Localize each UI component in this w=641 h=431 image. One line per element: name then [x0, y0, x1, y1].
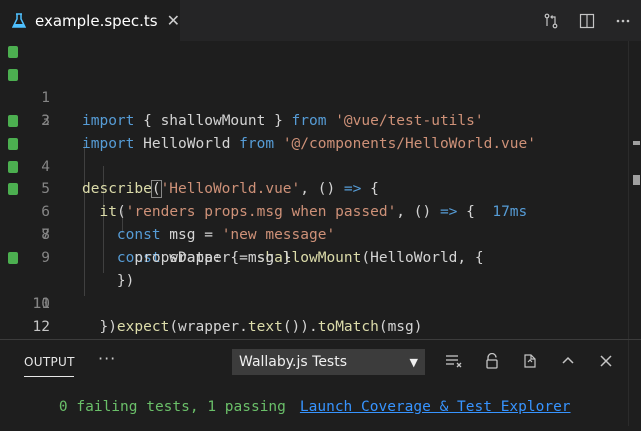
output-channel-select[interactable]: Wallaby.js Tests ▼	[232, 349, 425, 375]
maximize-panel-icon[interactable]	[555, 348, 581, 374]
panel-tab-output[interactable]: OUTPUT	[24, 355, 75, 369]
code-line: 3	[0, 87, 628, 129]
code-line: 6 const msg = 'new message'	[0, 156, 628, 243]
overview-ruler-mark	[633, 175, 640, 185]
active-tab-underline	[24, 376, 74, 377]
coverage-covered-marker	[8, 68, 18, 81]
split-editor-icon[interactable]	[569, 0, 605, 41]
close-panel-icon[interactable]	[593, 348, 619, 374]
coverage-covered-marker	[8, 46, 18, 58]
clear-output-icon[interactable]	[441, 348, 467, 374]
code-line: 12 })	[0, 293, 628, 359]
flask-icon	[12, 12, 26, 30]
code-line: 8 propsData: { msg }	[0, 201, 628, 266]
overview-ruler-mark	[633, 141, 640, 145]
code-line: 4 describe('HelloWorld.vue', () => {	[0, 110, 628, 199]
more-icon[interactable]: ···	[98, 349, 116, 368]
output-panel: OUTPUT ··· Wallaby.js Tests ▼ 0 failing …	[0, 339, 641, 426]
lock-scroll-icon[interactable]	[479, 348, 505, 374]
close-icon[interactable]: ✕	[167, 11, 180, 30]
test-status-text: 0 failing tests, 1 passing	[58, 399, 286, 415]
more-actions-icon[interactable]	[605, 0, 641, 41]
tab-bar: example.spec.ts ✕	[0, 0, 641, 41]
code-line: 13	[0, 316, 628, 358]
output-content: 0 failing tests, 1 passing Launch Coverag…	[24, 383, 571, 431]
git-compare-icon[interactable]	[533, 0, 569, 41]
code-line: 10 expect(wrapper.text()).toMatch(msg)	[0, 247, 628, 335]
code-line: 7 const wrapper = shallowMount(HelloWorl…	[0, 178, 628, 266]
coverage-covered-marker	[8, 183, 18, 196]
editor-tab[interactable]: example.spec.ts ✕	[0, 0, 180, 41]
coverage-covered-marker	[8, 137, 18, 150]
panel-scrollbar[interactable]	[628, 340, 641, 426]
open-log-icon[interactable]	[517, 348, 543, 374]
coverage-covered-marker	[8, 114, 18, 127]
tab-title: example.spec.ts	[35, 11, 158, 30]
output-channel-value: Wallaby.js Tests	[239, 354, 348, 370]
code-line: 9 })	[0, 224, 628, 289]
coverage-covered-marker	[8, 252, 18, 265]
coverage-covered-marker	[8, 160, 18, 173]
code-line: 1 import { shallowMount } from '@vue/tes…	[0, 41, 628, 129]
code-editor[interactable]: 1 import { shallowMount } from '@vue/tes…	[0, 41, 628, 359]
launch-coverage-link[interactable]: Launch Coverage & Test Explorer	[300, 399, 571, 415]
code-line: 11 })	[0, 270, 628, 335]
code-line: 5 it('renders props.msg when passed', ()…	[0, 133, 628, 220]
editor-scrollbar[interactable]	[628, 41, 641, 339]
code-line: 2 import HelloWorld from '@/components/H…	[0, 64, 628, 152]
chevron-down-icon: ▼	[409, 355, 418, 369]
